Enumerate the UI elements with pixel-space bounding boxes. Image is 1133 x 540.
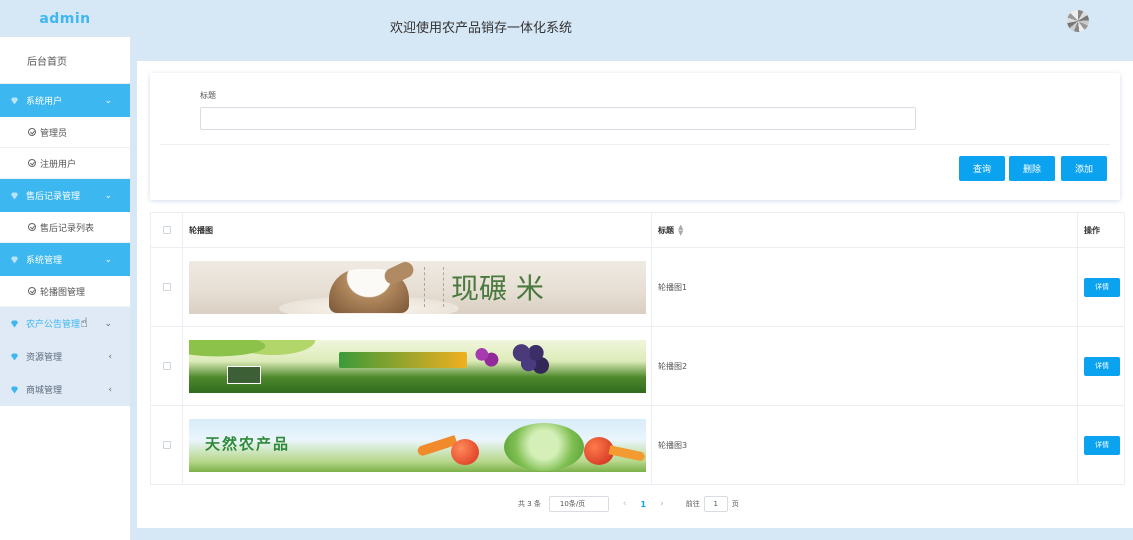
row-checkbox[interactable]: [162, 362, 171, 370]
table-row: 轮播图2 详情: [150, 327, 1125, 406]
hand-cursor-icon: ☝: [80, 316, 88, 331]
column-header-action: 操作: [1077, 213, 1125, 247]
check-circle-icon: [28, 128, 36, 136]
column-header-image: 轮播图: [182, 213, 651, 247]
main-content: 标题 查询 删除 添加 轮播图 标题 ▲ ▼ 操作 现碾 米 轮播图1 详情 轮…: [137, 61, 1133, 528]
diamond-icon: [10, 97, 19, 105]
sort-icon[interactable]: ▲ ▼: [678, 224, 683, 237]
detail-button[interactable]: 详情: [1084, 435, 1120, 455]
row-checkbox[interactable]: [162, 283, 171, 291]
row-select-cell: [150, 406, 182, 484]
sidebar-group-label: 售后记录管理: [26, 192, 81, 202]
sidebar-group-label: 农产公告管理: [26, 320, 81, 330]
action-cell: 详情: [1077, 406, 1125, 484]
row-select-cell: [150, 327, 182, 405]
title-search-input[interactable]: [200, 107, 916, 130]
select-all-checkbox[interactable]: [162, 226, 171, 234]
table-row: 天然农产品 轮播图3 详情: [150, 406, 1125, 485]
detail-button[interactable]: 详情: [1084, 277, 1120, 297]
divider: [160, 144, 1110, 145]
sidebar-group-label: 系统管理: [26, 256, 63, 266]
table-row: 现碾 米 轮播图1 详情: [150, 248, 1125, 327]
sidebar-item-registered-users[interactable]: 注册用户: [0, 148, 130, 179]
select-all-cell: [150, 213, 182, 247]
page-size-select[interactable]: 10条/页: [548, 496, 609, 512]
sidebar-group-system-users[interactable]: 系统用户 ⌄: [0, 84, 130, 117]
sidebar-group-system-management[interactable]: 系统管理 ⌄: [0, 243, 130, 276]
carousel-image-vegetables: 天然农产品: [189, 418, 646, 472]
image-cell: 现碾 米: [182, 248, 651, 326]
diamond-icon: [10, 353, 19, 361]
pagination: 共 3 条 10条/页 ‹ 1 › 前往 1 页: [518, 496, 739, 512]
sidebar-item-admins[interactable]: 管理员: [0, 117, 130, 148]
action-cell: 详情: [1077, 327, 1125, 405]
title-cell: 轮播图1: [651, 248, 1077, 326]
page-title: 欢迎使用农产品销存一体化系统: [390, 21, 573, 36]
check-circle-icon: [28, 223, 36, 231]
delete-button[interactable]: 删除: [1009, 156, 1055, 181]
sidebar: admin 后台首页 系统用户 ⌄ 管理员 注册用户 售后记录管理 ⌄ 售后记录…: [0, 0, 131, 540]
search-form: 标题 查询 删除 添加: [150, 73, 1120, 200]
sidebar-group-resources[interactable]: 资源管理 ‹: [0, 340, 130, 373]
banner-text: 现碾 米: [451, 271, 544, 305]
check-circle-icon: [28, 159, 36, 167]
chevron-down-icon: ⌄: [104, 318, 112, 329]
sidebar-group-announcements[interactable]: 农产公告管理 ⌄: [0, 307, 130, 340]
title-cell: 轮播图3: [651, 406, 1077, 484]
sidebar-item-label: 售后记录列表: [40, 223, 95, 234]
sidebar-group-label: 系统用户: [26, 97, 63, 107]
add-button[interactable]: 添加: [1061, 156, 1107, 181]
chevron-down-icon: ⌄: [104, 95, 112, 106]
image-cell: 天然农产品: [182, 406, 651, 484]
page-suffix: 页: [731, 500, 739, 508]
sidebar-group-mall[interactable]: 商城管理 ‹: [0, 373, 130, 406]
action-cell: 详情: [1077, 248, 1125, 326]
query-button[interactable]: 查询: [959, 156, 1005, 181]
diamond-icon: [10, 386, 19, 394]
carousel-table: 轮播图 标题 ▲ ▼ 操作 现碾 米 轮播图1 详情 轮播图2 详情 天然农产品…: [150, 212, 1125, 485]
detail-button[interactable]: 详情: [1084, 356, 1120, 376]
diamond-icon: [10, 192, 19, 200]
check-circle-icon: [28, 287, 36, 295]
chevron-down-icon: ⌄: [104, 190, 112, 201]
next-page-icon[interactable]: ›: [660, 499, 664, 509]
table-header-row: 轮播图 标题 ▲ ▼ 操作: [150, 213, 1125, 248]
carousel-image-farmland: [189, 339, 646, 393]
sidebar-group-label: 资源管理: [26, 353, 63, 363]
avatar[interactable]: [1067, 10, 1089, 32]
sidebar-item-carousel-management[interactable]: 轮播图管理: [0, 276, 130, 307]
title-cell: 轮播图2: [651, 327, 1077, 405]
page-number-current[interactable]: 1: [641, 500, 647, 509]
sidebar-item-after-sales-list[interactable]: 售后记录列表: [0, 212, 130, 243]
chevron-down-icon: ⌄: [104, 254, 112, 265]
diamond-icon: [10, 256, 19, 264]
prev-page-icon[interactable]: ‹: [623, 499, 627, 509]
total-count: 共 3 条: [518, 500, 541, 508]
top-header: 欢迎使用农产品销存一体化系统: [131, 0, 1133, 52]
sidebar-group-label: 商城管理: [26, 386, 63, 396]
chevron-left-icon: ‹: [108, 384, 112, 395]
sidebar-group-after-sales[interactable]: 售后记录管理 ⌄: [0, 179, 130, 212]
row-select-cell: [150, 248, 182, 326]
chevron-left-icon: ‹: [108, 351, 112, 362]
goto-label: 前往: [685, 500, 700, 508]
column-header-title[interactable]: 标题 ▲ ▼: [651, 213, 1077, 247]
sidebar-item-label: 管理员: [40, 128, 68, 139]
banner-text: 天然农产品: [205, 434, 291, 453]
carousel-image-rice: 现碾 米: [189, 260, 646, 314]
row-checkbox[interactable]: [162, 441, 171, 449]
title-field-label: 标题: [200, 91, 216, 100]
goto-page-input[interactable]: 1: [703, 496, 728, 512]
brand-logo: admin: [0, 0, 130, 37]
sidebar-item-label: 注册用户: [40, 159, 77, 170]
column-header-label: 标题: [658, 225, 674, 235]
diamond-icon: [10, 320, 19, 328]
sidebar-item-home[interactable]: 后台首页: [0, 37, 130, 84]
sidebar-item-label: 轮播图管理: [40, 287, 86, 298]
image-cell: [182, 327, 651, 405]
